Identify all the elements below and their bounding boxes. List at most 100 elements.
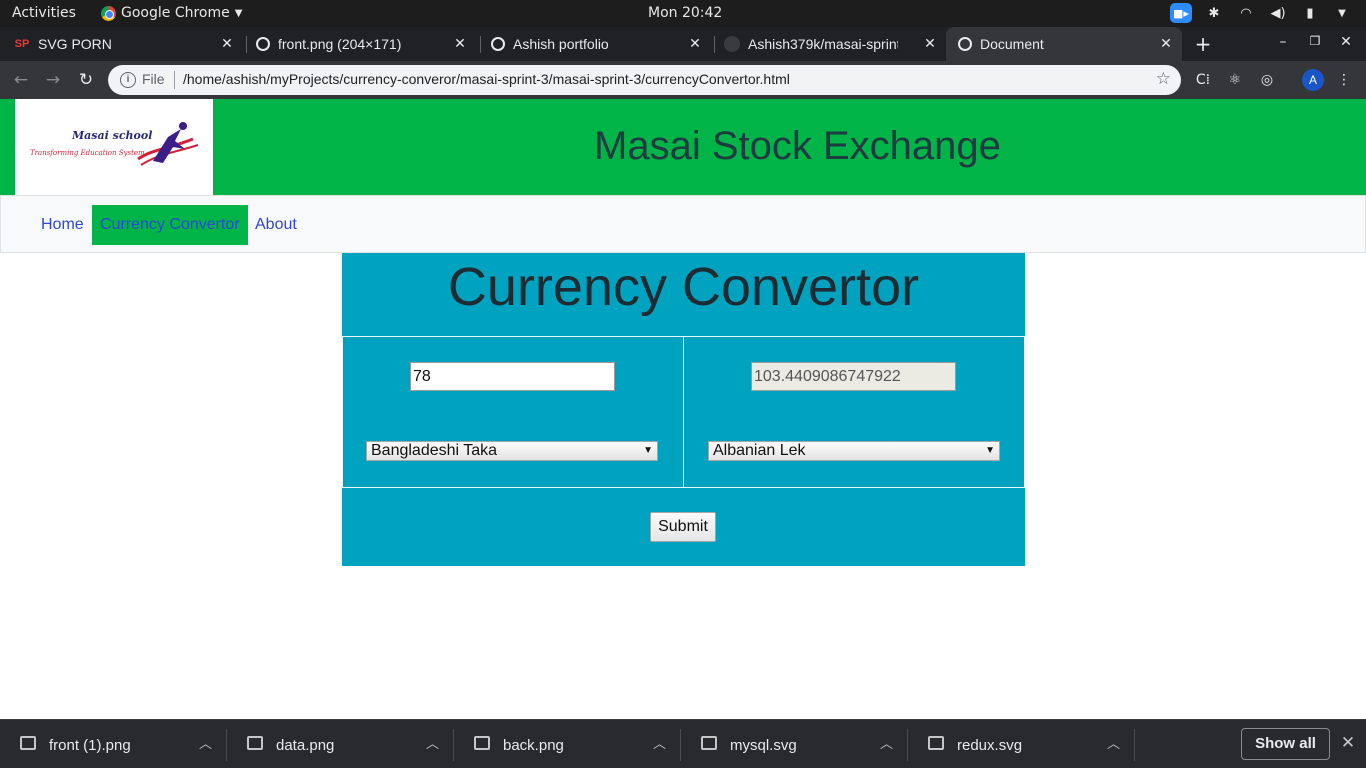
tab-strip: SP SVG PORN ✕ front.png (204×171) ✕ Ashi… [0, 27, 1366, 61]
close-icon[interactable]: ✕ [452, 35, 468, 51]
site-title: Masai Stock Exchange [594, 124, 1001, 168]
chevron-up-icon[interactable]: ︿ [653, 733, 666, 752]
from-cell: 78 Bangladeshi Taka ▼ [342, 336, 684, 488]
chevron-up-icon[interactable]: ︿ [426, 733, 439, 752]
zoom-icon[interactable]: ■▸ [1170, 3, 1192, 23]
globe-icon [958, 37, 972, 51]
divider [1134, 729, 1135, 761]
tab-title: SVG PORN [38, 36, 112, 52]
system-top-bar: Activities Google Chrome ▼ Mon 20:42 ■▸ … [0, 0, 1366, 27]
tab-document[interactable]: Document ✕ [946, 27, 1182, 61]
runner-graphic-icon [137, 122, 199, 166]
activities-button[interactable]: Activities [12, 5, 76, 21]
download-item[interactable]: mysql.svg ︿ [681, 720, 908, 769]
tab-ashish-portfolio[interactable]: Ashish portfolio ✕ [491, 27, 711, 61]
system-tray[interactable]: ■▸ ✱ ◠ ◀) ▮ ▼ [1170, 3, 1352, 23]
submit-button[interactable]: Submit [650, 512, 716, 542]
battery-icon[interactable]: ▮ [1300, 3, 1320, 23]
close-icon[interactable]: ✕ [922, 35, 938, 51]
app-menu[interactable]: Google Chrome ▼ [101, 5, 242, 21]
close-window-button[interactable]: ✕ [1336, 34, 1356, 54]
tab-front-png[interactable]: front.png (204×171) ✕ [256, 27, 476, 61]
url-divider [174, 71, 175, 89]
download-filename: front (1).png [49, 737, 131, 754]
target-extension-icon[interactable]: ◎ [1257, 70, 1277, 90]
download-filename: data.png [276, 737, 335, 754]
tab-separator [246, 36, 247, 53]
url-text[interactable]: /home/ashish/myProjects/currency-convero… [183, 71, 790, 87]
download-item[interactable]: front (1).png ︿ [0, 720, 227, 769]
tab-title: Document [980, 36, 1044, 52]
logo-tagline: Transforming Education System [30, 149, 145, 157]
tab-title: Ashish portfolio [513, 36, 609, 52]
file-icon [20, 736, 36, 750]
close-icon[interactable]: ✕ [1158, 35, 1174, 51]
nav-currency-convertor[interactable]: Currency Convertor [92, 205, 248, 245]
tab-svg-porn[interactable]: SP SVG PORN ✕ [14, 27, 243, 61]
new-tab-button[interactable]: + [1193, 32, 1213, 56]
chrome-icon [101, 5, 116, 21]
chevron-up-icon[interactable]: ︿ [880, 733, 893, 752]
to-currency-select[interactable]: Albanian Lek ▼ [708, 441, 1000, 461]
from-currency-value: Bangladeshi Taka [371, 442, 498, 459]
nav-home[interactable]: Home [33, 205, 92, 245]
from-currency-select[interactable]: Bangladeshi Taka ▼ [366, 441, 658, 461]
download-filename: redux.svg [957, 737, 1023, 754]
browser-toolbar: ← → ↻ i File /home/ashish/myProjects/cur… [0, 61, 1366, 99]
tab-title: front.png (204×171) [278, 36, 402, 52]
chevron-up-icon[interactable]: ︿ [1107, 733, 1120, 752]
tab-separator [714, 36, 715, 53]
volume-icon[interactable]: ◀) [1268, 3, 1288, 23]
masai-logo[interactable]: Masai school Transforming Education Syst… [15, 99, 213, 195]
address-bar[interactable]: i File /home/ashish/myProjects/currency-… [108, 65, 1181, 95]
app-menu-label: Google Chrome [121, 5, 230, 21]
sp-logo-icon: SP [14, 38, 30, 50]
menu-dots-icon[interactable]: ⋮ [1334, 70, 1354, 90]
extension-cs-icon[interactable]: C⁞ [1193, 70, 1213, 90]
url-scheme: File [142, 71, 165, 87]
chevron-up-icon[interactable]: ︿ [199, 733, 212, 752]
download-filename: mysql.svg [730, 737, 797, 754]
from-amount-input[interactable]: 78 [410, 362, 615, 391]
download-filename: back.png [503, 737, 564, 754]
close-icon[interactable]: ✕ [1338, 733, 1358, 753]
to-cell: 103.4409086747922 Albanian Lek ▼ [683, 336, 1025, 488]
minimize-button[interactable]: – [1273, 34, 1293, 54]
file-icon [701, 736, 717, 750]
file-icon [928, 736, 944, 750]
globe-icon [491, 37, 505, 51]
close-icon[interactable]: ✕ [687, 35, 703, 51]
download-item[interactable]: redux.svg ︿ [908, 720, 1135, 769]
to-amount-output: 103.4409086747922 [751, 362, 956, 391]
wifi-icon[interactable]: ◠ [1236, 3, 1256, 23]
chevron-down-icon[interactable]: ▼ [1332, 3, 1352, 23]
submit-row: Submit [342, 488, 1025, 566]
show-all-button[interactable]: Show all [1241, 728, 1330, 760]
download-shelf: front (1).png ︿ data.png ︿ back.png ︿ my… [0, 719, 1366, 768]
converter-panel: Currency Convertor 78 Bangladeshi Taka ▼… [342, 253, 1025, 566]
profile-avatar[interactable]: A [1302, 69, 1324, 91]
page-content: Masai school Transforming Education Syst… [0, 99, 1366, 719]
forward-button[interactable]: → [42, 69, 64, 91]
site-navbar: Home Currency Convertor About [0, 195, 1366, 253]
site-header: Masai school Transforming Education Syst… [0, 99, 1366, 195]
react-devtools-icon[interactable]: ⚛ [1225, 70, 1245, 90]
back-button[interactable]: ← [10, 69, 32, 91]
github-icon [724, 36, 740, 52]
reload-button[interactable]: ↻ [75, 69, 97, 91]
restore-button[interactable]: ❐ [1305, 34, 1325, 54]
download-item[interactable]: data.png ︿ [227, 720, 454, 769]
close-icon[interactable]: ✕ [219, 35, 235, 51]
globe-icon [256, 37, 270, 51]
tab-title: Ashish379k/masai-sprint [748, 36, 898, 52]
bookmark-star-icon[interactable]: ☆ [1156, 69, 1171, 89]
download-item[interactable]: back.png ︿ [454, 720, 681, 769]
dropdown-arrow-icon: ▼ [985, 445, 995, 456]
to-currency-value: Albanian Lek [713, 442, 806, 459]
file-icon [474, 736, 490, 750]
nav-about[interactable]: About [247, 205, 305, 245]
tab-github[interactable]: Ashish379k/masai-sprint ✕ [724, 27, 946, 61]
slack-icon[interactable]: ✱ [1204, 3, 1224, 23]
clock[interactable]: Mon 20:42 [648, 5, 722, 21]
info-icon[interactable]: i [120, 72, 136, 88]
